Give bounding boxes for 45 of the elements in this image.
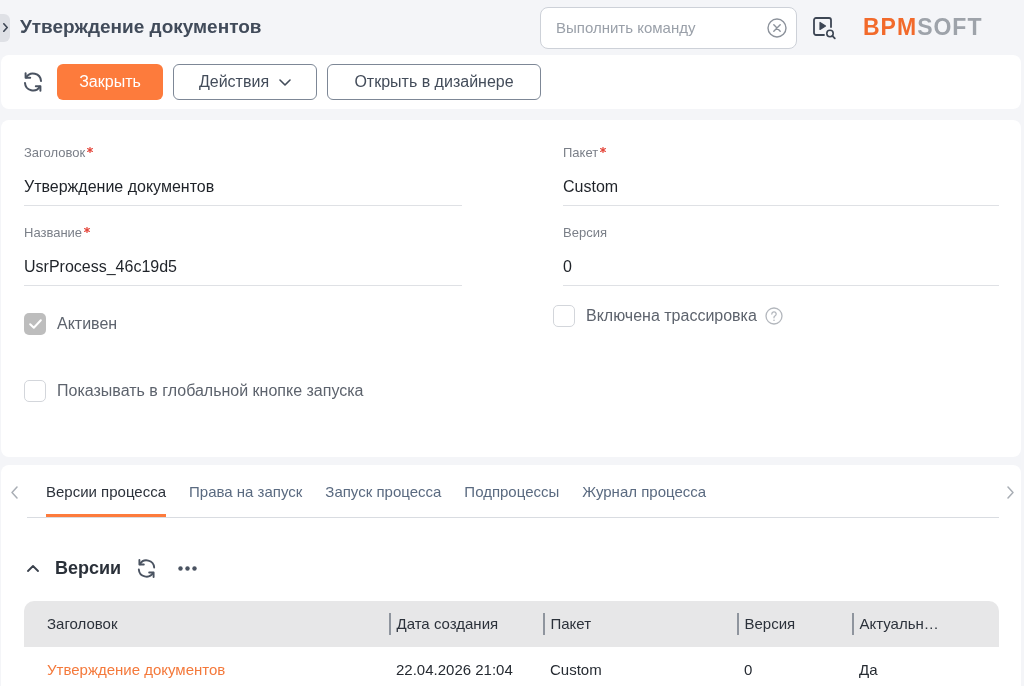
sidebar-toggle-button[interactable] bbox=[0, 13, 10, 42]
column-header[interactable]: Пакет bbox=[550, 612, 592, 636]
chevron-right-icon[interactable] bbox=[1006, 486, 1014, 499]
text-field[interactable]: UsrProcess_46c19d5 bbox=[24, 254, 462, 286]
column-header[interactable]: Версия bbox=[744, 612, 796, 636]
command-field[interactable]: Выполнить команду bbox=[540, 6, 797, 49]
caret-up-icon[interactable] bbox=[27, 564, 39, 572]
check-icon bbox=[28, 319, 42, 329]
help-icon[interactable] bbox=[764, 307, 783, 325]
chevron-right-icon bbox=[2, 23, 8, 32]
text-field[interactable]: Утверждение документов bbox=[24, 174, 462, 206]
checkbox[interactable] bbox=[24, 380, 46, 402]
tab[interactable]: Права на запуск bbox=[189, 465, 303, 517]
actions-dropdown-button[interactable]: Действия bbox=[173, 64, 317, 100]
text-field[interactable]: Custom bbox=[563, 174, 999, 206]
table-cell-text: 22.04.2026 21:04 bbox=[396, 659, 513, 680]
video-search-icon[interactable] bbox=[812, 15, 836, 40]
checkbox-label: Активен bbox=[57, 314, 118, 334]
column-header[interactable]: Заголовок bbox=[47, 612, 118, 636]
checkbox[interactable] bbox=[553, 305, 575, 327]
tab[interactable]: Журнал процесса bbox=[582, 465, 707, 517]
clear-icon[interactable] bbox=[767, 17, 787, 38]
tab[interactable]: Подпроцессы bbox=[464, 465, 560, 517]
field-label: Название bbox=[24, 224, 83, 242]
column-header[interactable]: Актуальн… bbox=[859, 612, 939, 636]
brand-logo: BPMSOFT bbox=[863, 16, 984, 39]
table-cell-text: Custom bbox=[550, 659, 602, 680]
checkbox-label: Показывать в глобальной кнопке запуска bbox=[57, 381, 364, 401]
tab[interactable]: Запуск процесса bbox=[325, 465, 442, 517]
section-title: Версии bbox=[55, 556, 122, 580]
refresh-icon[interactable] bbox=[21, 70, 45, 94]
checkbox-label: Включена трассировка bbox=[586, 306, 757, 326]
open-designer-button[interactable]: Открыть в дизайнере bbox=[327, 64, 541, 100]
page-title: Утверждение документов bbox=[20, 15, 262, 40]
field-label: Версия bbox=[563, 224, 607, 242]
caret-down-icon bbox=[279, 78, 292, 86]
tab[interactable]: Версии процесса bbox=[46, 465, 167, 517]
column-header[interactable]: Дата создания bbox=[396, 612, 499, 636]
table-cell-text: 0 bbox=[744, 659, 753, 680]
field-label: Пакет bbox=[563, 144, 599, 162]
text-field[interactable]: 0 bbox=[563, 254, 999, 286]
more-icon[interactable] bbox=[178, 565, 198, 571]
field-label: Заголовок bbox=[24, 144, 86, 162]
chevron-left-icon[interactable] bbox=[10, 486, 18, 499]
table-cell-text: Да bbox=[859, 659, 878, 680]
